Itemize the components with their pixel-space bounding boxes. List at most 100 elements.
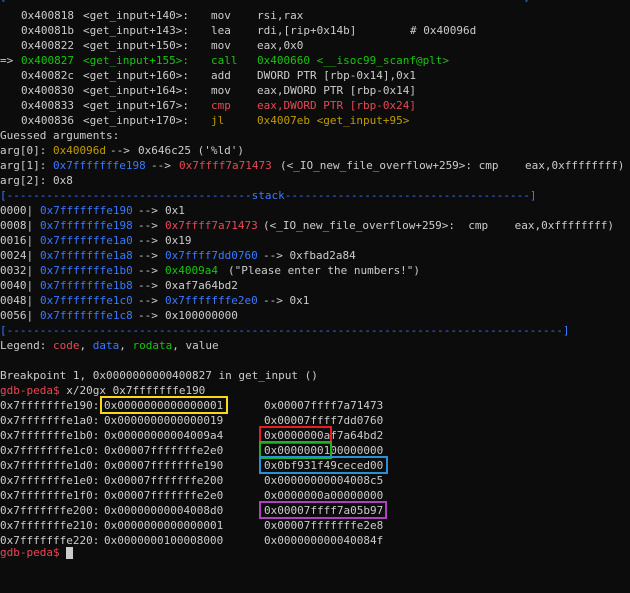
stack-offset: 0000| [0,204,34,217]
memory-value-1: 0x00007fffffffe190 [104,459,224,472]
stack-address: 0x7fffffffe1a0 [40,234,133,247]
stack-section-header: [-------------------------------------st… [0,188,536,203]
gdb-prompt: gdb-peda$ [0,546,60,559]
stack-row: 0032| 0x7fffffffe1b0 --> 0x4009a4 ("Plea… [0,263,420,278]
memory-dump-row: 0x7fffffffe210: 0x0000000000000001 0x000… [0,518,383,533]
legend-separator: , [119,339,126,352]
arrow-icon: --> [138,234,158,247]
memory-dump-row: 0x7fffffffe190: 0x0000000000000001 0x000… [0,398,383,413]
gdb-prompt: gdb-peda$ [0,384,60,397]
current-instruction-arrow-icon: => [0,54,14,67]
memory-value-1: 0x00007fffffffe2e0 [104,444,224,457]
code-header-dashes-left: [------------------------------------- [0,0,252,3]
stack-address: 0x7fffffffe198 [40,219,133,232]
code-header-label: code [252,0,279,3]
instruction-address: 0x400818 [21,9,74,22]
stack-offset: 0032| [0,264,34,277]
instruction-symbol: <get_input+170>: [83,114,189,127]
stack-address: 0x7fffffffe190 [40,204,133,217]
stack-offset: 0024| [0,249,34,262]
arrow-icon: --> [138,279,158,292]
instruction-symbol: <get_input+143>: [83,24,189,37]
code-header-dashes-right: -------------------------------------] [278,0,530,3]
memory-dump-row: 0x7fffffffe200: 0x00000000004008d0 0x000… [0,503,383,518]
legend-data: data [92,339,120,352]
stack-value: 0x1 [165,204,185,217]
argument-line: arg[2]: 0x8 [0,173,73,188]
stack-value: 0x7ffff7dd0760 [165,249,258,262]
instruction-symbol: <get_input+164>: [83,84,189,97]
legend-separator: , [79,339,87,352]
arrow-icon: --> [138,219,158,232]
code-instruction: 0x400833 <get_input+167>: cmp eax,DWORD … [0,98,416,113]
memory-value-1: 0x00000000004009a4 [104,429,224,442]
instruction-mnemonic: mov [211,9,231,22]
memory-value-1: 0x00007fffffffe200 [104,474,224,487]
instruction-comment: # 0x40096d [410,24,477,37]
arrow-icon: --> [138,249,158,262]
argument-target: 0x7ffff7a71473 [179,159,272,172]
stack-detail: (<_IO_new_file_overflow+259>: cmp eax,0x… [263,219,614,232]
memory-dump-row: 0x7fffffffe1d0: 0x00007fffffffe190 0x0bf… [0,458,383,473]
memory-value-1: 0x0000000100008000 [104,534,224,547]
arrow-icon: --> [138,309,158,322]
memory-address: 0x7fffffffe1e0: [0,474,100,487]
instruction-operands: eax,DWORD PTR [rbp-0x14] [257,84,416,97]
stack-offset: 0008| [0,219,34,232]
argument-pointer: 0x40096d [53,144,106,157]
memory-value-1: 0x0000000000000019 [104,414,224,427]
argument-label: arg[1]: [0,159,47,172]
stack-address: 0x7fffffffe1a8 [40,249,133,262]
instruction-symbol: <get_input+155>: [83,54,189,67]
instruction-operands: 0x400660 <__isoc99_scanf@plt> [257,54,450,67]
memory-dump-row: 0x7fffffffe1a0: 0x0000000000000019 0x000… [0,413,383,428]
instruction-address: 0x400836 [21,114,74,127]
instruction-mnemonic: mov [211,39,231,52]
argument-target: 0x646c25 ('%ld') [138,144,244,157]
stack-value: 0x7fffffffe2e0 [165,294,258,307]
legend-label: Legend: [0,339,47,352]
memory-address: 0x7fffffffe1c0: [0,444,100,457]
instruction-operands: DWORD PTR [rbp-0x14],0x1 [257,69,416,82]
stack-offset: 0016| [0,234,34,247]
stack-detail: ("Please enter the numbers!") [228,264,421,277]
instruction-address: 0x400827 [21,54,74,67]
instruction-symbol: <get_input+167>: [83,99,189,112]
argument-line: arg[1]: 0x7fffffffe198 --> 0x7ffff7a7147… [0,158,624,173]
argument-line: arg[0]: 0x40096d --> 0x646c25 ('%ld') [0,143,244,158]
memory-value-1: 0x00007fffffffe2e0 [104,489,224,502]
code-instruction: 0x400822 <get_input+150>: mov eax,0x0 [0,38,303,53]
code-section-header: [-------------------------------------co… [0,0,530,4]
highlight-box-blue [259,456,388,474]
section-divider: [---------------------------------------… [0,324,570,337]
stack-value: 0x100000000 [165,309,238,322]
stack-value: 0xaf7a64bd2 [165,279,238,292]
memory-address: 0x7fffffffe1b0: [0,429,100,442]
legend-value: value [185,339,219,352]
stack-row: 0048| 0x7fffffffe1c0 --> 0x7fffffffe2e0 … [0,293,309,308]
memory-address: 0x7fffffffe1f0: [0,489,100,502]
guessed-arguments-title: Guessed arguments: [0,129,120,142]
stack-row: 0056| 0x7fffffffe1c8 --> 0x100000000 [0,308,238,323]
stack-row: 0024| 0x7fffffffe1a8 --> 0x7ffff7dd0760 … [0,248,356,263]
instruction-operands: eax,DWORD PTR [rbp-0x24] [257,99,416,112]
argument-target: 0x8 [53,174,73,187]
stack-detail: --> 0x1 [263,294,310,307]
input-prompt-line[interactable]: gdb-peda$ [0,545,74,560]
memory-value-2: 0x00007fffffffe2e8 [264,519,384,532]
instruction-mnemonic: cmp [211,99,231,112]
code-instruction: 0x400836 <get_input+170>: jl 0x4007eb <g… [0,113,409,128]
stack-header-label: stack [251,189,285,202]
stack-offset: 0040| [0,279,34,292]
legend-separator: , [172,339,179,352]
stack-row: 0016| 0x7fffffffe1a0 --> 0x19 [0,233,192,248]
memory-address: 0x7fffffffe1a0: [0,414,100,427]
stack-header-dashes-left: [------------------------------------- [0,189,252,202]
memory-dump-row: 0x7fffffffe1e0: 0x00007fffffffe200 0x000… [0,473,383,488]
memory-dump-row: 0x7fffffffe1c0: 0x00007fffffffe2e0 0x000… [0,443,383,458]
stack-row: 0000| 0x7fffffffe190 --> 0x1 [0,203,185,218]
stack-value: 0x7ffff7a71473 [165,219,258,232]
memory-value-2: 0x00000000004008c5 [264,474,384,487]
legend: Legend: code, data, rodata, value [0,338,219,353]
code-instruction-current: => 0x400827 <get_input+155>: call 0x4006… [0,53,449,68]
